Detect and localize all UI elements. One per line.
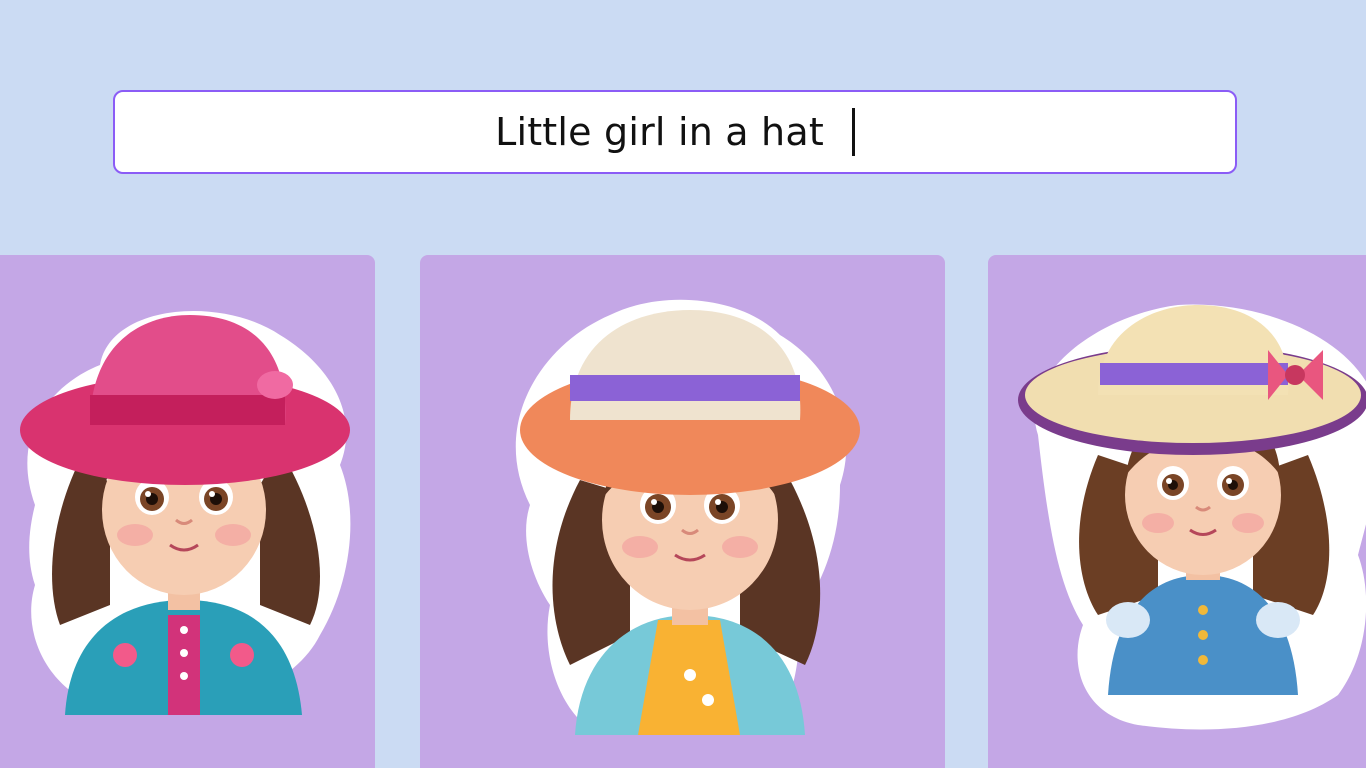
girl-pink-hat-sticker-icon <box>20 311 351 715</box>
prompt-input[interactable]: Little girl in a hat <box>113 90 1237 174</box>
result-card-1[interactable] <box>0 255 375 768</box>
result-card-2[interactable] <box>420 255 945 768</box>
text-cursor <box>851 108 855 156</box>
girl-cream-hat-sticker-icon <box>1018 304 1366 730</box>
result-card-3[interactable] <box>988 255 1366 768</box>
sticker-generator-page: Little girl in a hat <box>0 0 1366 768</box>
prompt-text: Little girl in a hat <box>495 110 824 154</box>
girl-orange-hat-sticker-icon <box>515 299 860 735</box>
